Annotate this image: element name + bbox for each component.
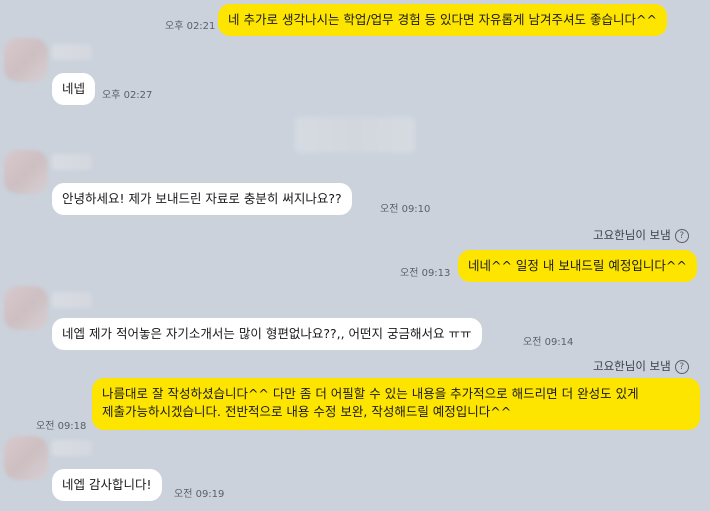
help-icon[interactable]: ?	[674, 228, 689, 243]
avatar[interactable]	[4, 38, 48, 82]
message-time: 오전 09:10	[380, 204, 431, 215]
message-time: 오후 02:21	[165, 21, 216, 32]
my-message-bubble[interactable]: 네 추가로 생각나시는 학업/업무 경험 등 있다면 자유롭게 남겨주셔도 좋습…	[218, 4, 667, 36]
sender-name-redacted	[52, 440, 92, 456]
avatar[interactable]	[4, 150, 48, 194]
my-message-bubble[interactable]: 네네^^ 일정 내 보내드릴 예정입니다^^	[458, 250, 697, 282]
message-line: 나름대로 잘 작성하셨습니다^^ 다만 좀 더 어필할 수 있는 내용을 추가적…	[102, 386, 639, 401]
message-line: 제출가능하시겠습니다. 전반적으로 내용 수정 보완, 작성해드릴 예정입니다^…	[102, 404, 512, 419]
their-message-bubble[interactable]: 네넵	[52, 73, 96, 105]
avatar[interactable]	[4, 286, 48, 330]
message-time: 오전 09:13	[400, 268, 451, 279]
their-message-bubble[interactable]: 네엡 감사합니다!	[52, 469, 162, 501]
avatar[interactable]	[4, 436, 48, 480]
sender-name-redacted	[52, 44, 92, 60]
sent-by-label: 고요한님이 보냄?	[593, 358, 689, 374]
date-divider-redacted	[295, 117, 415, 153]
sender-name-redacted	[52, 292, 92, 308]
message-time: 오전 09:19	[174, 489, 225, 500]
message-time: 오전 09:18	[36, 421, 87, 432]
sent-by-text: 고요한님이 보냄	[593, 228, 671, 242]
sent-by-label: 고요한님이 보냄?	[593, 227, 689, 243]
their-message-bubble[interactable]: 네엡 제가 적어놓은 자기소개서는 많이 형편없나요??,, 어떤지 궁금해서요…	[52, 318, 482, 350]
their-message-bubble[interactable]: 안녕하세요! 제가 보내드린 자료로 충분히 써지나요??	[52, 183, 352, 215]
sent-by-text: 고요한님이 보냄	[593, 359, 671, 373]
message-time: 오전 09:14	[523, 337, 574, 348]
help-icon[interactable]: ?	[674, 359, 689, 374]
message-time: 오후 02:27	[102, 90, 153, 101]
my-message-bubble[interactable]: 나름대로 잘 작성하셨습니다^^ 다만 좀 더 어필할 수 있는 내용을 추가적…	[92, 378, 700, 430]
sender-name-redacted	[52, 154, 92, 170]
